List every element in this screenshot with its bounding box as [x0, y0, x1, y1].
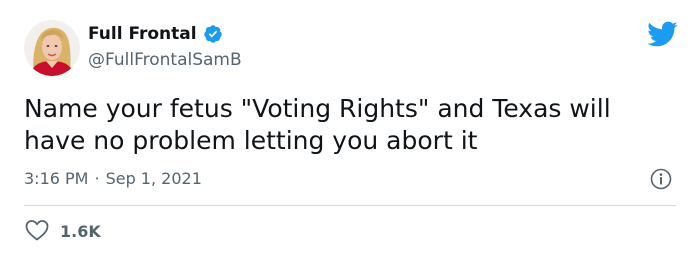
divider: [24, 205, 676, 206]
author-display-name[interactable]: Full Frontal: [88, 24, 197, 44]
avatar-image: [24, 20, 80, 76]
like-count: 1.6K: [60, 222, 101, 241]
tweet-timestamp[interactable]: 3:16 PM · Sep 1, 2021: [24, 167, 202, 191]
twitter-bird-icon[interactable]: [646, 20, 678, 48]
timestamp-separator: ·: [94, 169, 100, 188]
avatar[interactable]: [24, 20, 80, 76]
info-icon[interactable]: [650, 168, 672, 190]
tweet-date: Sep 1, 2021: [105, 169, 202, 188]
author-name-row: Full Frontal: [88, 24, 223, 44]
heart-icon: [24, 218, 50, 246]
tweet-text: Name your fetus "Voting Rights" and Texa…: [24, 94, 611, 155]
like-button[interactable]: 1.6K: [24, 218, 101, 246]
author-handle[interactable]: @FullFrontalSamB: [88, 50, 242, 70]
tweet-time: 3:16 PM: [24, 169, 89, 188]
tweet-card: Full Frontal @FullFrontalSamB Name your …: [0, 0, 700, 257]
verified-badge-icon: [203, 24, 223, 44]
